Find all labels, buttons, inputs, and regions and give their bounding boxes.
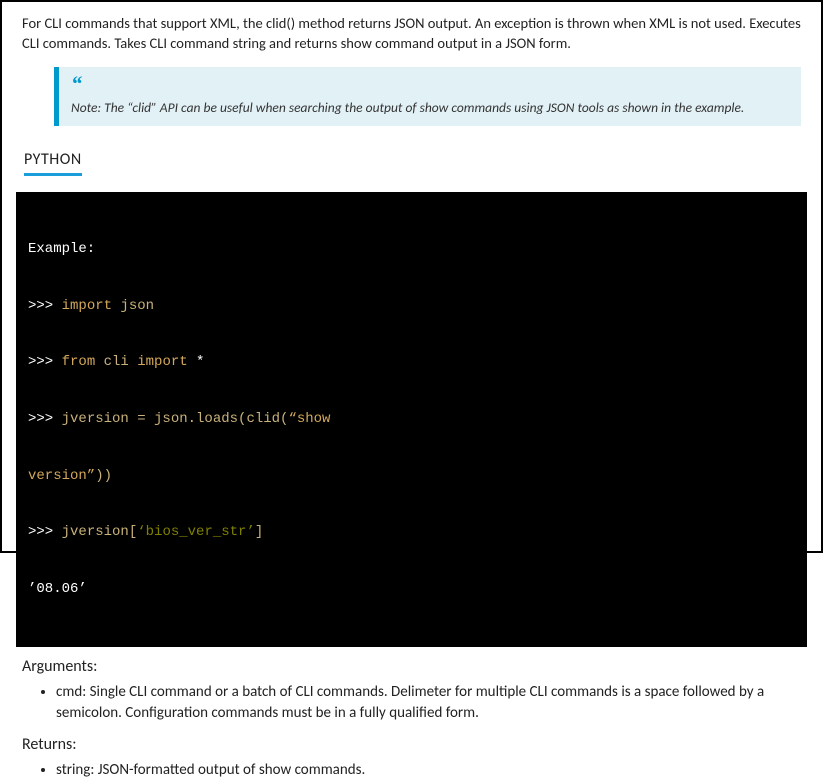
code-text: jversion[ [62, 524, 138, 540]
returns-list: string: JSON-formatted output of show co… [38, 760, 801, 782]
returns-heading: Returns: [22, 735, 801, 754]
arguments-list: cmd: Single CLI command or a batch of CL… [38, 682, 801, 726]
code-prompt: >>> [28, 298, 62, 314]
code-prompt: >>> [28, 354, 62, 370]
language-tab: PYTHON [22, 144, 807, 180]
arguments-item: cmd: Single CLI command or a batch of CL… [56, 682, 801, 726]
code-string: “show [288, 411, 330, 427]
code-keyword: from [62, 354, 96, 370]
code-text: Example: [28, 241, 95, 257]
code-text: )) [95, 468, 112, 484]
doc-page: For CLI commands that support XML, the c… [0, 0, 823, 553]
language-tab-label: PYTHON [24, 150, 82, 176]
code-string: ‘bios_ver_str’ [137, 524, 255, 540]
code-text: cli [95, 354, 137, 370]
code-keyword: import [137, 354, 187, 370]
code-example: Example: >>> import json >>> from cli im… [16, 192, 807, 646]
arguments-heading: Arguments: [22, 657, 801, 676]
intro-paragraph: For CLI commands that support XML, the c… [22, 14, 801, 53]
code-string: version” [28, 468, 95, 484]
code-text: json [112, 298, 154, 314]
note-callout: “ Note: The “clid” API can be useful whe… [54, 67, 801, 126]
code-text: jversion = json.loads(clid( [62, 411, 289, 427]
returns-item: string: JSON-formatted output of show co… [56, 760, 801, 782]
code-output: ’08.06’ [28, 581, 87, 597]
code-prompt: >>> [28, 524, 62, 540]
code-keyword: import [62, 298, 112, 314]
code-text: ] [255, 524, 263, 540]
code-text: * [188, 354, 205, 370]
quote-icon: “ [71, 73, 789, 95]
code-prompt: >>> [28, 411, 62, 427]
note-text: Note: The “clid” API can be useful when … [71, 99, 789, 116]
